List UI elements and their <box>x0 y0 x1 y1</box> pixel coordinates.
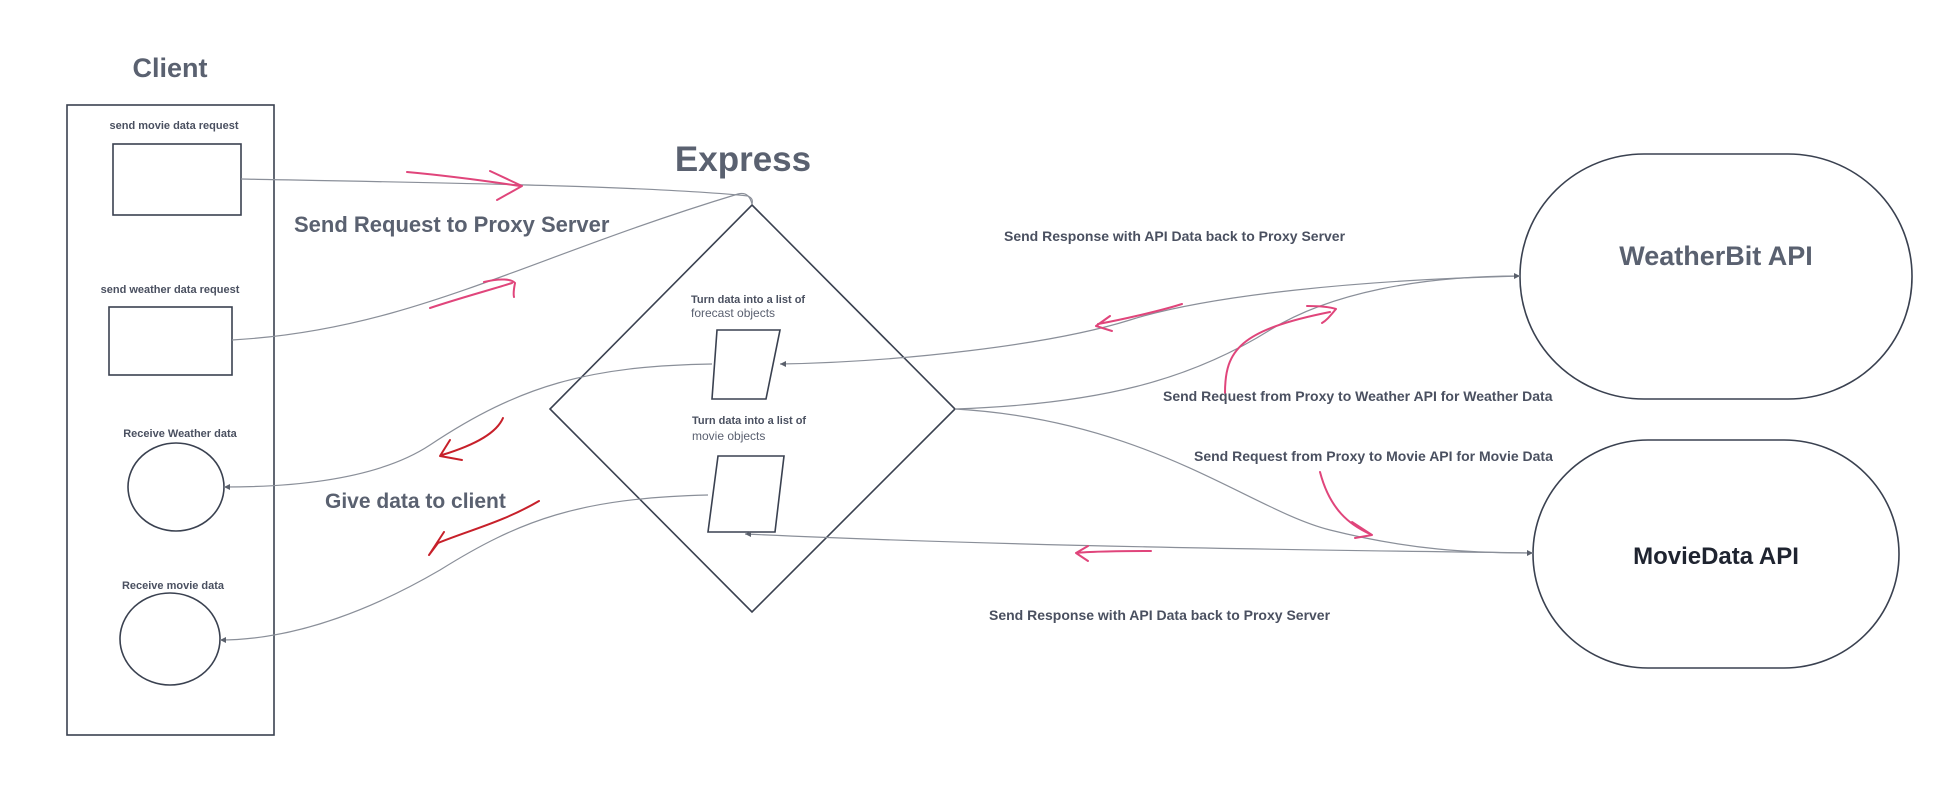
moviedata-api-label: MovieData API <box>1633 543 1799 570</box>
arrowhead-receive-movie <box>220 637 226 643</box>
client-container <box>66 104 275 736</box>
forecast-parallelogram <box>711 329 781 400</box>
flow-diagram: Client send movie data request send weat… <box>66 53 1913 736</box>
connector-labels: Send Request to Proxy Server Give data t… <box>294 212 1553 623</box>
sketch-arrow-send-weather <box>429 278 516 309</box>
send-movie-request-box <box>112 143 242 216</box>
movie-parallelogram <box>707 455 785 533</box>
api-section: WeatherBit API MovieData API <box>1519 153 1913 669</box>
receive-weather-circle <box>127 442 225 532</box>
client-section: Client send movie data request send weat… <box>66 53 275 736</box>
forecast-note-line2: forecast objects <box>691 306 775 320</box>
weatherbit-api-shape <box>1519 153 1913 400</box>
receive-movie-label: Receive movie data <box>122 580 225 592</box>
sketch-arrow-movie-request <box>1319 471 1373 539</box>
send-weather-request-box <box>108 306 233 376</box>
express-section: Express Turn data into a list of forecas… <box>548 140 957 614</box>
movie-note-line1: Turn data into a list of <box>692 415 806 427</box>
sketch-arrow-movie-response <box>1075 545 1152 562</box>
sketch-arrow-give-weather <box>439 417 504 461</box>
arrowhead-receive-weather <box>224 484 230 490</box>
express-diamond <box>548 203 957 614</box>
receive-weather-label: Receive Weather data <box>123 428 237 440</box>
express-title: Express <box>675 140 811 179</box>
send-request-proxy-label: Send Request to Proxy Server <box>294 212 610 237</box>
arrowhead-moviedata <box>1527 550 1533 556</box>
arrowhead-weatherbit <box>1514 273 1520 279</box>
give-data-client-label: Give data to client <box>325 490 506 513</box>
sketch-arrow-weather-request <box>1224 305 1337 394</box>
send-movie-label: send movie data request <box>110 120 239 132</box>
connector-forecast-to-client <box>223 363 713 488</box>
movie-note-line2: movie objects <box>692 429 765 443</box>
arrowhead-forecast <box>780 361 786 367</box>
weatherbit-api-label: WeatherBit API <box>1619 241 1813 271</box>
receive-movie-circle <box>119 592 221 686</box>
movie-request-label: Send Request from Proxy to Movie API for… <box>1194 448 1553 464</box>
connector-movie-to-client <box>219 494 709 641</box>
forecast-note-line1: Turn data into a list of <box>691 294 805 306</box>
weather-response-label: Send Response with API Data back to Prox… <box>1004 228 1346 244</box>
send-weather-label: send weather data request <box>101 284 240 296</box>
movie-response-label: Send Response with API Data back to Prox… <box>989 607 1331 623</box>
sketch-arrow-send-movie <box>406 170 523 201</box>
connector-movie-call <box>954 408 1534 554</box>
connector-weather-response <box>779 275 1521 365</box>
client-title: Client <box>132 53 207 83</box>
connectors <box>219 178 1534 643</box>
weather-request-label: Send Request from Proxy to Weather API f… <box>1163 388 1553 404</box>
